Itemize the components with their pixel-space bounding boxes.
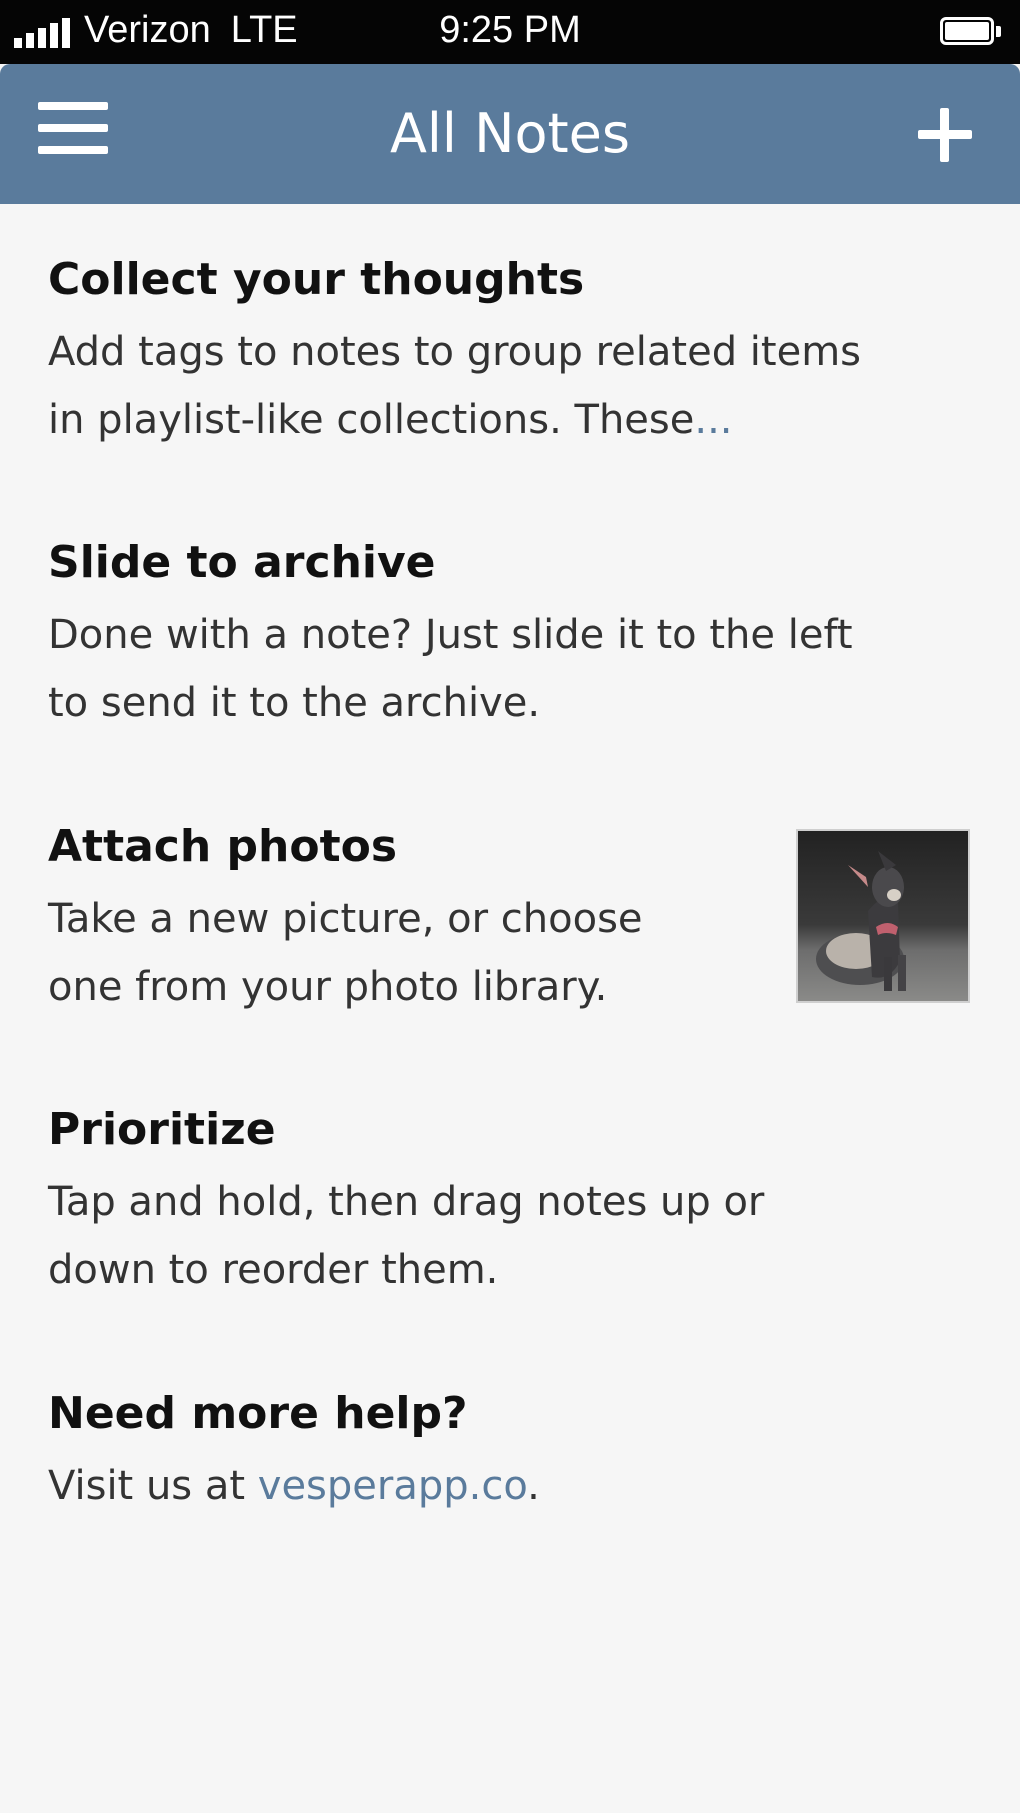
status-time: 9:25 PM [439, 9, 581, 51]
page-title: All Notes [389, 102, 631, 165]
dog-photo-image [798, 831, 968, 1001]
navigation-bar: All Notes [0, 64, 1020, 204]
note-preview: Add tags to notes to group related items… [48, 318, 978, 454]
add-note-button[interactable] [908, 102, 978, 172]
note-title: Need more help? [48, 1388, 468, 1439]
note-title: Slide to archive [48, 537, 436, 588]
note-preview-line: Take a new picture, or choose [48, 896, 643, 942]
note-preview: Visit us at vesperapp.co. [48, 1452, 978, 1520]
note-preview-line: in playlist-like collections. These... [48, 386, 978, 454]
note-title: Prioritize [48, 1104, 276, 1155]
note-preview-line: Tap and hold, then drag notes up or [48, 1179, 765, 1225]
plus-icon-vertical [940, 108, 949, 162]
note-preview-line: to send it to the archive. [48, 680, 541, 726]
status-bar: Verizon LTE 9:25 PM [0, 0, 1020, 64]
menu-button[interactable] [38, 102, 118, 172]
photo-thumbnail[interactable] [796, 829, 970, 1003]
hamburger-menu-icon-bar [38, 124, 108, 132]
note-preview: Take a new picture, or choose one from y… [48, 885, 768, 1021]
battery-icon [940, 17, 1002, 47]
note-preview-text: in playlist-like collections. These [48, 397, 695, 443]
note-preview-text: . [527, 1463, 540, 1509]
website-link[interactable]: vesperapp.co [258, 1463, 527, 1509]
note-preview-line: down to reorder them. [48, 1247, 499, 1293]
note-preview-text: Visit us at [48, 1463, 258, 1509]
app-screen: Verizon LTE 9:25 PM All Notes Collect you… [0, 0, 1020, 1813]
note-preview-line: Done with a note? Just slide it to the l… [48, 612, 853, 658]
note-title: Collect your thoughts [48, 254, 585, 305]
note-preview: Tap and hold, then drag notes up or down… [48, 1168, 978, 1304]
ellipsis: ... [694, 397, 733, 443]
note-preview-line: one from your photo library. [48, 964, 608, 1010]
note-preview-line: Visit us at vesperapp.co. [48, 1452, 978, 1520]
note-preview-line: Add tags to notes to group related items [48, 329, 862, 375]
hamburger-menu-icon [38, 102, 108, 110]
note-title: Attach photos [48, 821, 398, 872]
note-preview: Done with a note? Just slide it to the l… [48, 601, 978, 737]
hamburger-menu-icon-bar [38, 146, 108, 154]
